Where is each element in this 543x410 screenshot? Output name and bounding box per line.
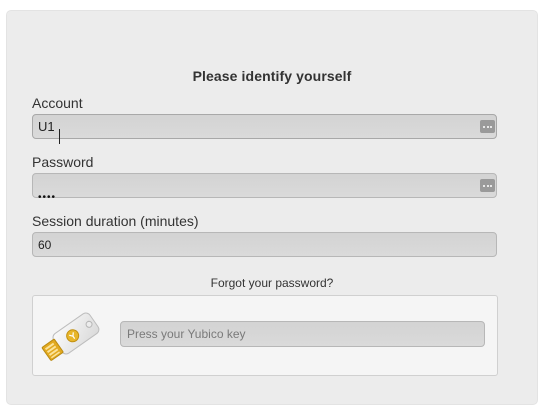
yubikey-input[interactable] (120, 321, 485, 347)
account-label: Account (32, 95, 83, 111)
more-options-icon[interactable] (480, 120, 495, 133)
password-masked-value: •••• (38, 192, 57, 203)
password-input[interactable] (32, 173, 497, 198)
login-panel: Please identify yourself Account Passwor… (7, 11, 537, 404)
session-duration-input[interactable] (32, 232, 497, 257)
session-duration-label: Session duration (minutes) (32, 213, 199, 229)
account-input[interactable] (32, 114, 497, 139)
password-label: Password (32, 154, 94, 170)
login-title: Please identify yourself (192, 68, 352, 84)
forgot-password-link[interactable]: Forgot your password? (7, 276, 537, 290)
yubikey-box (32, 295, 498, 376)
yubikey-icon (41, 312, 100, 361)
text-caret (59, 129, 60, 144)
more-options-icon[interactable] (480, 179, 495, 192)
